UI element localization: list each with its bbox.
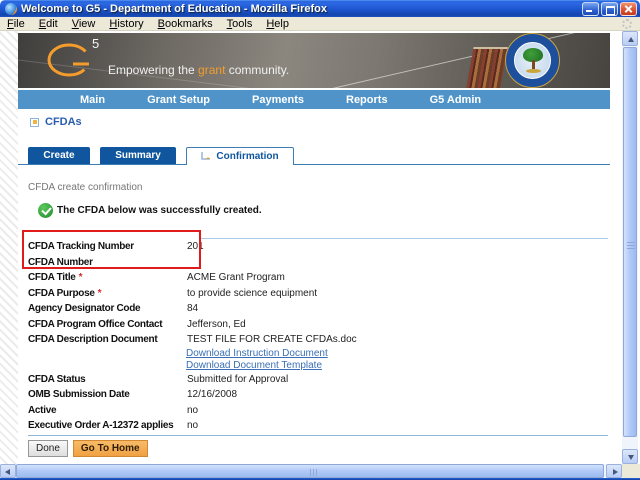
firefox-icon bbox=[5, 2, 17, 15]
menu-tools[interactable]: Tools bbox=[220, 18, 260, 30]
field-row-cfda-number: CFDA Number bbox=[28, 256, 93, 268]
nav-grant-setup[interactable]: Grant Setup bbox=[147, 94, 210, 106]
menu-help[interactable]: Help bbox=[259, 18, 296, 30]
field-row-status: CFDA Status Submitted for Approval bbox=[28, 373, 289, 385]
breadcrumb: CFDAs bbox=[30, 116, 82, 128]
vertical-scrollbar[interactable] bbox=[622, 31, 638, 464]
banner-tagline: Empowering the grant community. bbox=[108, 63, 290, 77]
nav-g5-admin[interactable]: G5 Admin bbox=[430, 94, 482, 106]
field-row-title: CFDA Title * ACME Grant Program bbox=[28, 272, 285, 284]
confirmation-tab-icon bbox=[201, 152, 211, 160]
throbber-icon bbox=[622, 18, 632, 29]
field-row-description-document: CFDA Description Document TEST FILE FOR … bbox=[28, 334, 357, 346]
field-row-active: Active no bbox=[28, 404, 199, 416]
scroll-right-icon bbox=[613, 468, 618, 475]
g5-logo-icon bbox=[47, 43, 91, 77]
horizontal-scrollbar[interactable] bbox=[0, 464, 622, 478]
divider-bottom bbox=[28, 435, 608, 436]
nav-main[interactable]: Main bbox=[80, 94, 105, 106]
breadcrumb-label: CFDAs bbox=[45, 116, 82, 128]
field-row-agency-code: Agency Designator Code 84 bbox=[28, 303, 199, 315]
browser-window: Welcome to G5 - Department of Education … bbox=[0, 0, 640, 480]
tab-confirmation[interactable]: Confirmation bbox=[186, 147, 294, 165]
tab-strip: Create Summary Confirmation bbox=[28, 147, 294, 165]
go-to-home-button[interactable]: Go To Home bbox=[72, 440, 148, 457]
menu-edit[interactable]: Edit bbox=[32, 18, 65, 30]
minimize-button[interactable] bbox=[582, 1, 599, 16]
done-button[interactable]: Done bbox=[28, 440, 68, 457]
scroll-right-button[interactable] bbox=[606, 464, 622, 478]
main-navigation: Main Grant Setup Payments Reports G5 Adm… bbox=[18, 90, 610, 109]
button-row: Done Go To Home bbox=[28, 440, 148, 457]
required-asterisk: * bbox=[97, 287, 102, 299]
scroll-left-button[interactable] bbox=[0, 464, 16, 478]
close-button[interactable] bbox=[620, 1, 637, 16]
page-content: 5 Empowering the grant community. Main G… bbox=[0, 31, 622, 464]
success-message-row: The CFDA below was successfully created. bbox=[38, 203, 262, 218]
field-row-purpose: CFDA Purpose * to provide science equipm… bbox=[28, 287, 318, 299]
field-row-executive-order: Executive Order A-12372 applies no bbox=[28, 420, 199, 432]
scrollbar-corner bbox=[622, 464, 640, 478]
maximize-button[interactable] bbox=[601, 1, 618, 16]
bookshelf-photo bbox=[466, 47, 508, 88]
download-links: Download Instruction Document Download D… bbox=[28, 348, 608, 372]
scroll-down-button[interactable] bbox=[622, 449, 638, 464]
scroll-down-icon bbox=[627, 455, 634, 460]
scroll-up-icon bbox=[627, 37, 634, 42]
vertical-scroll-thumb[interactable] bbox=[623, 47, 637, 437]
title-bar: Welcome to G5 - Department of Education … bbox=[0, 0, 640, 17]
menu-file[interactable]: File bbox=[0, 18, 32, 30]
field-row-tracking-number: CFDA Tracking Number 201 bbox=[28, 241, 204, 253]
page-title: CFDA create confirmation bbox=[28, 182, 143, 193]
tab-create[interactable]: Create bbox=[28, 147, 90, 164]
menu-history[interactable]: History bbox=[102, 18, 150, 30]
success-check-icon bbox=[38, 203, 53, 218]
tab-summary[interactable]: Summary bbox=[100, 147, 176, 164]
department-of-education-seal-icon bbox=[505, 33, 560, 88]
left-stripe-decoration bbox=[0, 31, 18, 464]
download-template-link[interactable]: Download Document Template bbox=[186, 360, 608, 371]
horizontal-scroll-thumb[interactable] bbox=[16, 464, 604, 478]
field-list: CFDA Tracking Number 201 CFDA Number CFD… bbox=[28, 239, 608, 434]
g5-banner: 5 Empowering the grant community. bbox=[18, 33, 610, 88]
cfdas-bullet-icon bbox=[30, 117, 39, 127]
menu-view[interactable]: View bbox=[65, 18, 103, 30]
menu-bar: File Edit View History Bookmarks Tools H… bbox=[0, 17, 640, 31]
nav-payments[interactable]: Payments bbox=[252, 94, 304, 106]
required-asterisk: * bbox=[78, 272, 83, 284]
menu-bookmarks[interactable]: Bookmarks bbox=[151, 18, 220, 30]
window-title: Welcome to G5 - Department of Education … bbox=[21, 2, 327, 15]
success-message: The CFDA below was successfully created. bbox=[57, 205, 262, 216]
field-row-office-contact: CFDA Program Office Contact Jefferson, E… bbox=[28, 318, 246, 330]
g5-logo-sup: 5 bbox=[92, 36, 100, 51]
download-instruction-link[interactable]: Download Instruction Document bbox=[186, 348, 608, 359]
scroll-up-button[interactable] bbox=[622, 31, 638, 46]
nav-reports[interactable]: Reports bbox=[346, 94, 388, 106]
field-row-omb-date: OMB Submission Date 12/16/2008 bbox=[28, 389, 238, 401]
scroll-left-icon bbox=[5, 468, 10, 475]
